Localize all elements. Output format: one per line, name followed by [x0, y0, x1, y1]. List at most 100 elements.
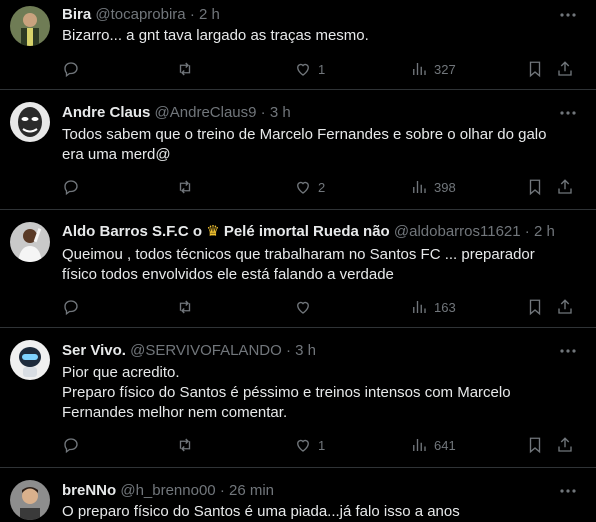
author-handle[interactable]: @AndreClaus9	[155, 104, 257, 121]
bookmark-icon	[529, 61, 541, 78]
bookmark-icon	[529, 299, 541, 316]
tweet[interactable]: Bira @tocaprobira · 2 h Bizarro... a gnt…	[0, 0, 596, 90]
author-handle[interactable]: @tocaprobira	[95, 6, 185, 23]
tweet-text-line: Pior que acredito.	[62, 364, 180, 381]
share-button[interactable]	[556, 434, 574, 456]
tweet-text: Todos sabem que o treino de Marcelo Fern…	[62, 125, 580, 165]
reply-button[interactable]	[62, 176, 86, 198]
more-options-icon[interactable]	[558, 482, 578, 500]
separator-dot: ·	[285, 342, 291, 359]
views-button[interactable]: 163	[410, 296, 456, 318]
reply-button[interactable]	[62, 434, 86, 456]
retweet-button[interactable]	[176, 176, 200, 198]
tweet[interactable]: Andre Claus @AndreClaus9 · 3 h Todos sab…	[0, 90, 596, 210]
timestamp[interactable]: 2 h	[199, 6, 220, 23]
heart-icon	[297, 181, 309, 194]
bookmark-button[interactable]	[526, 296, 544, 318]
like-button[interactable]: 1	[294, 434, 325, 456]
author-name[interactable]: Bira	[62, 6, 91, 23]
retweet-button[interactable]	[176, 296, 200, 318]
timestamp[interactable]: 26 min	[229, 482, 274, 499]
bookmark-icon	[529, 437, 541, 454]
reply-button[interactable]	[62, 296, 86, 318]
author-name[interactable]: Andre Claus	[62, 104, 150, 121]
retweet-icon	[179, 62, 191, 76]
robot-avatar-icon	[10, 340, 50, 380]
action-bar: 2 398	[62, 176, 582, 198]
like-button[interactable]	[294, 296, 318, 318]
views-chart-icon	[413, 63, 426, 75]
retweet-icon	[179, 180, 191, 194]
more-options-icon[interactable]	[558, 342, 578, 360]
like-button[interactable]: 1	[294, 58, 325, 80]
action-bar: 163	[62, 296, 582, 318]
avatar[interactable]	[10, 102, 50, 142]
author-name[interactable]: Aldo Barros S.F.C o	[62, 223, 202, 240]
tweet-text: Queimou , todos técnicos que trabalharam…	[62, 245, 580, 285]
timestamp[interactable]: 2 h	[534, 223, 555, 240]
tweet-text-line: O preparo físico do Santos é uma piada..…	[62, 503, 460, 520]
bookmark-button[interactable]	[526, 58, 544, 80]
timestamp[interactable]: 3 h	[295, 342, 316, 359]
author-name[interactable]: Ser Vivo.	[62, 342, 126, 359]
reply-button[interactable]	[62, 58, 86, 80]
bookmark-button[interactable]	[526, 176, 544, 198]
author-handle[interactable]: @aldobarros11621	[394, 223, 521, 240]
tweet-text-line: Fernandes melhor nem comentar.	[62, 404, 288, 421]
timestamp[interactable]: 3 h	[270, 104, 291, 121]
tweet-text-line: era uma merd@	[62, 146, 171, 163]
player-avatar-icon	[10, 222, 50, 262]
views-chart-icon	[413, 301, 426, 313]
action-bar: 1 327	[62, 58, 582, 80]
retweet-button[interactable]	[176, 434, 200, 456]
tweet[interactable]: Ser Vivo. @SERVIVOFALANDO · 3 h Pior que…	[0, 328, 596, 468]
share-button[interactable]	[556, 58, 574, 80]
reply-icon	[64, 300, 78, 316]
view-count: 163	[434, 299, 456, 315]
tweet-header: breNNo @h_brenno00 · 26 min	[62, 482, 274, 500]
reply-icon	[64, 438, 78, 454]
reply-icon	[64, 62, 78, 78]
tweet-header: Aldo Barros S.F.C o ♛ Pelé imortal Rueda…	[62, 223, 555, 241]
tweet[interactable]: Aldo Barros S.F.C o ♛ Pelé imortal Rueda…	[0, 210, 596, 328]
views-button[interactable]: 398	[410, 176, 456, 198]
separator-dot: ·	[189, 6, 195, 23]
avatar[interactable]	[10, 6, 50, 46]
view-count: 641	[434, 437, 456, 453]
views-chart-icon	[413, 439, 426, 451]
avatar[interactable]	[10, 480, 50, 520]
views-button[interactable]: 641	[410, 434, 456, 456]
bookmark-button[interactable]	[526, 434, 544, 456]
views-chart-icon	[413, 181, 426, 193]
man-vest-avatar-icon	[10, 6, 50, 46]
crown-icon: ♛	[206, 223, 220, 240]
like-count: 1	[318, 61, 326, 77]
share-icon	[558, 61, 572, 76]
author-handle[interactable]: @SERVIVOFALANDO	[130, 342, 282, 359]
share-button[interactable]	[556, 176, 574, 198]
author-name-suffix[interactable]: Pelé imortal Rueda não	[224, 223, 390, 240]
retweet-button[interactable]	[176, 58, 200, 80]
mask-avatar-icon	[10, 102, 50, 142]
author-name[interactable]: breNNo	[62, 482, 116, 499]
separator-dot: ·	[260, 104, 266, 121]
reply-icon	[64, 180, 78, 196]
separator-dot: ·	[524, 223, 530, 240]
view-count: 327	[434, 61, 456, 77]
more-options-icon[interactable]	[558, 104, 578, 122]
heart-icon	[297, 439, 309, 452]
share-button[interactable]	[556, 296, 574, 318]
like-button[interactable]: 2	[294, 176, 325, 198]
tweet-text: O preparo físico do Santos é uma piada..…	[62, 502, 580, 522]
action-bar: 1 641	[62, 434, 582, 456]
tweet-header: Ser Vivo. @SERVIVOFALANDO · 3 h	[62, 342, 316, 360]
more-options-icon[interactable]	[558, 6, 578, 24]
author-handle[interactable]: @h_brenno00	[120, 482, 215, 499]
share-icon	[558, 299, 572, 314]
views-button[interactable]: 327	[410, 58, 456, 80]
avatar[interactable]	[10, 340, 50, 380]
avatar[interactable]	[10, 222, 50, 262]
share-icon	[558, 179, 572, 194]
tweet[interactable]: breNNo @h_brenno00 · 26 min O preparo fí…	[0, 468, 596, 522]
tweet-text-line: Preparo físico do Santos é péssimo e tre…	[62, 384, 511, 401]
